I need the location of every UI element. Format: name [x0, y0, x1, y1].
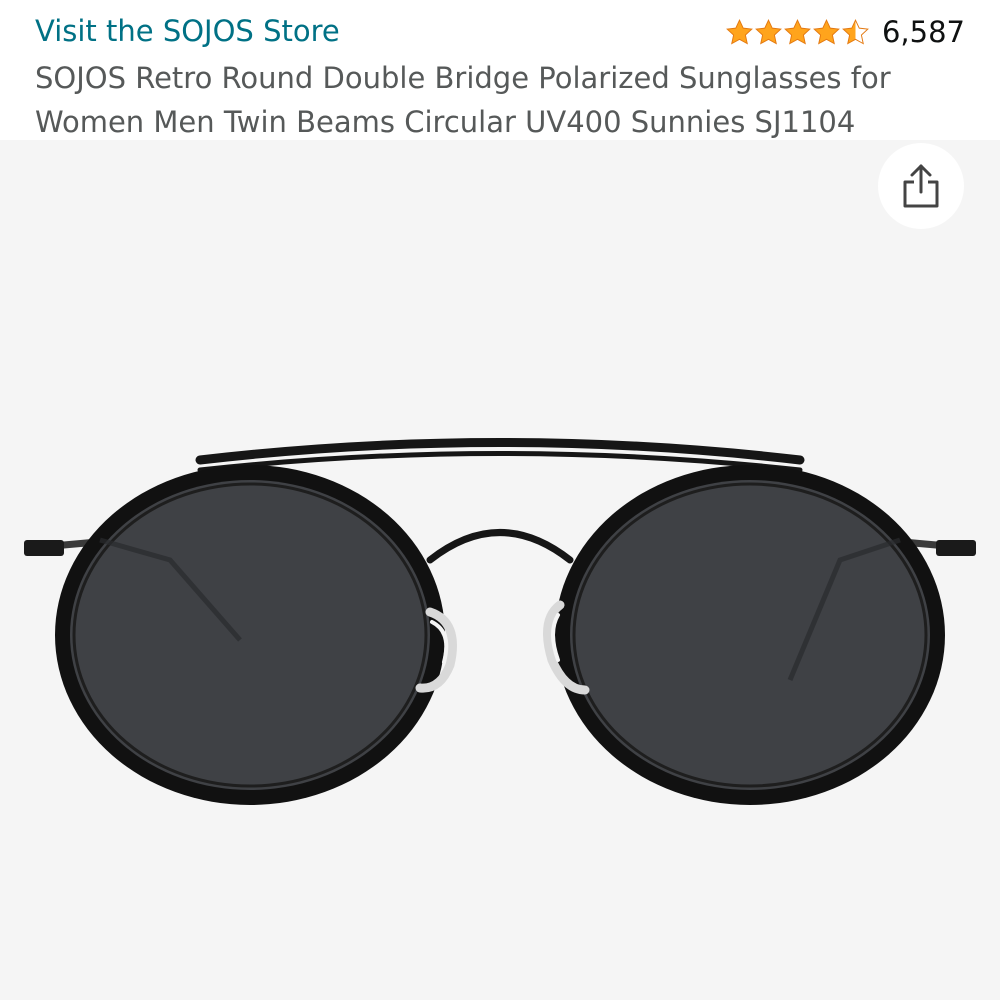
product-header: Visit the SOJOS Store 6,587 SOJOS Retro …	[0, 0, 1000, 140]
rating[interactable]: 6,587	[725, 12, 965, 52]
share-icon	[903, 164, 939, 208]
star-icon	[813, 18, 840, 45]
left-hinge	[24, 540, 64, 556]
product-image-sunglasses[interactable]	[0, 400, 1000, 830]
share-button[interactable]	[878, 143, 964, 229]
store-link[interactable]: Visit the SOJOS Store	[35, 14, 340, 48]
half-star-icon	[842, 18, 869, 45]
star-icon	[784, 18, 811, 45]
star-icon	[755, 18, 782, 45]
rating-count[interactable]: 6,587	[882, 15, 965, 49]
nose-bridge	[426, 529, 574, 564]
star-rating[interactable]	[725, 18, 870, 47]
star-icon	[726, 18, 753, 45]
product-title: SOJOS Retro Round Double Bridge Polarize…	[35, 61, 891, 139]
right-hinge	[936, 540, 976, 556]
